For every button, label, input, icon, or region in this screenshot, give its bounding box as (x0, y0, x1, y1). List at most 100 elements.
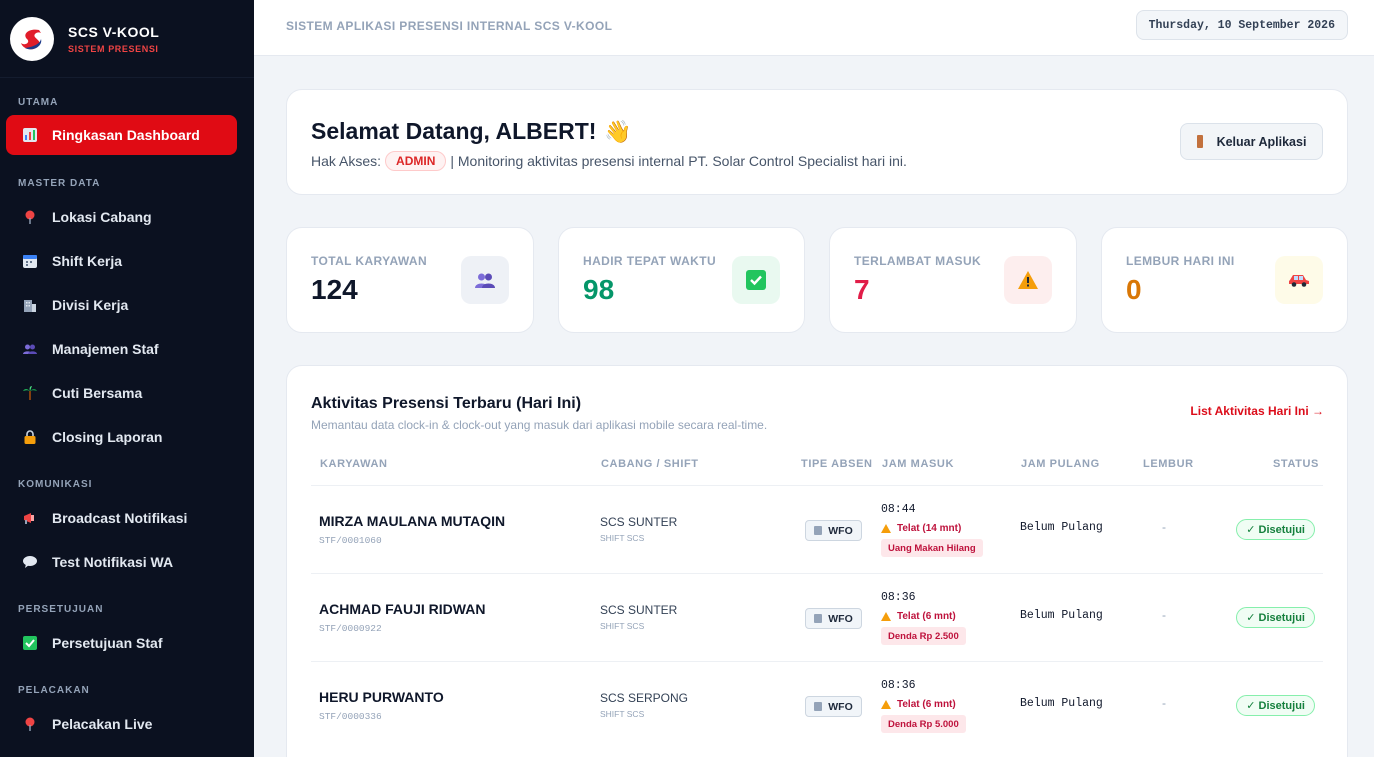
clock-in-time: 08:36 (881, 591, 916, 604)
clock-out-time: Belum Pulang (1020, 609, 1103, 622)
attendance-type-label: WFO (828, 524, 853, 537)
column-header-status: STATUS (1273, 458, 1319, 470)
pin-icon (22, 209, 38, 225)
column-header-cabang-shift: CABANG / SHIFT (601, 458, 699, 470)
attendance-type-label: WFO (828, 700, 853, 713)
sidebar: SCS V-KOOL SISTEM PRESENSI UTAMA Ringkas… (0, 0, 254, 757)
branch-name: SCS SUNTER (600, 603, 678, 617)
warning-icon (1004, 256, 1052, 304)
clock-in-time: 08:36 (881, 679, 916, 692)
sidebar-item-label: Manajemen Staf (52, 341, 159, 357)
sidebar-item-pelacakan-live[interactable]: Pelacakan Live (6, 704, 237, 744)
attendance-type-badge: WFO (805, 608, 862, 629)
employee-id: STF/0000922 (319, 623, 382, 634)
megaphone-icon (22, 510, 38, 526)
lock-icon (22, 429, 38, 445)
top-bar: SISTEM APLIKASI PRESENSI INTERNAL SCS V-… (254, 0, 1374, 56)
chart-icon (22, 127, 38, 143)
users-icon (22, 341, 38, 357)
column-header-jam-masuk: JAM MASUK (882, 458, 955, 470)
employee-id: STF/0000336 (319, 711, 382, 722)
late-label: Telat (6 mnt) (897, 611, 956, 622)
stat-label: TERLAMBAT MASUK (854, 254, 982, 268)
welcome-subtitle: Hak Akses: ADMIN | Monitoring aktivitas … (311, 151, 907, 171)
clock-out-time: Belum Pulang (1020, 521, 1103, 534)
warning-icon (881, 524, 891, 533)
wave-icon: 👋 (604, 118, 632, 144)
building-icon (22, 297, 38, 313)
activity-title: Aktivitas Presensi Terbaru (Hari Ini) (311, 395, 582, 412)
stat-label: LEMBUR HARI INI (1126, 254, 1235, 268)
column-header-tipe-absen: TIPE ABSEN (801, 458, 873, 470)
sidebar-item-broadcast[interactable]: Broadcast Notifikasi (6, 498, 237, 538)
employee-name: HERU PURWANTO (319, 689, 444, 705)
logout-label: Keluar Aplikasi (1216, 134, 1307, 149)
sidebar-item-label: Closing Laporan (52, 429, 163, 445)
late-label: Telat (14 mnt) (897, 523, 962, 534)
branch-name: SCS SUNTER (600, 515, 678, 529)
nav-section-persetujuan: PERSETUJUAN (18, 604, 104, 615)
sidebar-item-divisi-kerja[interactable]: Divisi Kerja (6, 285, 237, 325)
table-row[interactable]: MIRZA MAULANA MUTAQIN STF/0001060 SCS SU… (311, 485, 1323, 573)
shift-name: SHIFT SCS (600, 621, 645, 631)
calendar-icon (22, 253, 38, 269)
sidebar-item-cuti-bersama[interactable]: Cuti Bersama (6, 373, 237, 413)
chat-icon (22, 554, 38, 570)
table-row[interactable]: HERU PURWANTO STF/0000336 SCS SERPONG SH… (311, 661, 1323, 749)
warning-icon (881, 612, 891, 621)
sidebar-item-label: Test Notifikasi WA (52, 554, 174, 570)
penalty-badge: Denda Rp 2.500 (881, 627, 966, 645)
access-label: Hak Akses: (311, 153, 382, 169)
penalty-badge: Uang Makan Hilang (881, 539, 983, 557)
welcome-greeting: Selamat Datang, ALBERT! (311, 118, 597, 144)
activity-list-link[interactable]: List Aktivitas Hari Ini → (1190, 404, 1324, 418)
building-icon (814, 526, 823, 535)
employee-name: ACHMAD FAUJI RIDWAN (319, 601, 486, 617)
shift-name: SHIFT SCS (600, 709, 645, 719)
activity-card: Aktivitas Presensi Terbaru (Hari Ini) Me… (286, 365, 1348, 757)
late-indicator: Telat (14 mnt) (881, 523, 961, 534)
status-badge: ✓ Disetujui (1236, 695, 1315, 716)
overtime-value: - (1162, 520, 1166, 534)
attendance-type-badge: WFO (805, 696, 862, 717)
app-logo (10, 16, 54, 61)
nav-section-komunikasi: KOMUNIKASI (18, 479, 93, 490)
late-label: Telat (6 mnt) (897, 699, 956, 710)
overtime-value: - (1162, 696, 1166, 710)
sidebar-item-label: Pelacakan Live (52, 716, 153, 732)
clock-out-time: Belum Pulang (1020, 697, 1103, 710)
building-icon (814, 702, 823, 711)
sidebar-item-dashboard[interactable]: Ringkasan Dashboard (6, 115, 237, 155)
brand: SCS V-KOOL SISTEM PRESENSI (0, 0, 254, 78)
column-header-jam-pulang: JAM PULANG (1021, 458, 1100, 470)
table-row[interactable]: ACHMAD FAUJI RIDWAN STF/0000922 SCS SUNT… (311, 573, 1323, 661)
sidebar-item-label: Ringkasan Dashboard (52, 127, 200, 143)
sidebar-item-manajemen-staf[interactable]: Manajemen Staf (6, 329, 237, 369)
sidebar-item-test-wa[interactable]: Test Notifikasi WA (6, 542, 237, 582)
sidebar-item-closing-laporan[interactable]: Closing Laporan (6, 417, 237, 457)
logout-button[interactable]: Keluar Aplikasi (1180, 123, 1323, 160)
sidebar-item-shift-kerja[interactable]: Shift Kerja (6, 241, 237, 281)
stat-card-hadir-tepat-waktu: HADIR TEPAT WAKTU 98 (558, 227, 805, 333)
stat-value: 98 (583, 274, 615, 305)
sidebar-item-label: Shift Kerja (52, 253, 123, 269)
late-indicator: Telat (6 mnt) (881, 699, 956, 710)
activity-subtitle: Memantau data clock-in & clock-out yang … (311, 418, 768, 432)
page-header-title: SISTEM APLIKASI PRESENSI INTERNAL SCS V-… (286, 19, 613, 33)
door-icon (1196, 135, 1203, 148)
sidebar-item-label: Divisi Kerja (52, 297, 129, 313)
late-indicator: Telat (6 mnt) (881, 611, 956, 622)
employee-name: MIRZA MAULANA MUTAQIN (319, 513, 506, 529)
sidebar-item-lokasi-cabang[interactable]: Lokasi Cabang (6, 197, 237, 237)
sidebar-item-label: Cuti Bersama (52, 385, 143, 401)
sidebar-item-label: Persetujuan Staf (52, 635, 163, 651)
sidebar-item-label: Broadcast Notifikasi (52, 510, 188, 526)
column-header-karyawan: KARYAWAN (320, 458, 388, 470)
stat-card-total-karyawan: TOTAL KARYAWAN 124 (286, 227, 534, 333)
stat-card-lembur-hari-ini: LEMBUR HARI INI 0 (1101, 227, 1348, 333)
warning-icon (881, 700, 891, 709)
employee-id: STF/0001060 (319, 535, 382, 546)
sidebar-item-persetujuan-staf[interactable]: Persetujuan Staf (6, 623, 237, 663)
pin-icon (22, 716, 38, 732)
welcome-heading: Selamat Datang, ALBERT! 👋 (311, 118, 632, 145)
